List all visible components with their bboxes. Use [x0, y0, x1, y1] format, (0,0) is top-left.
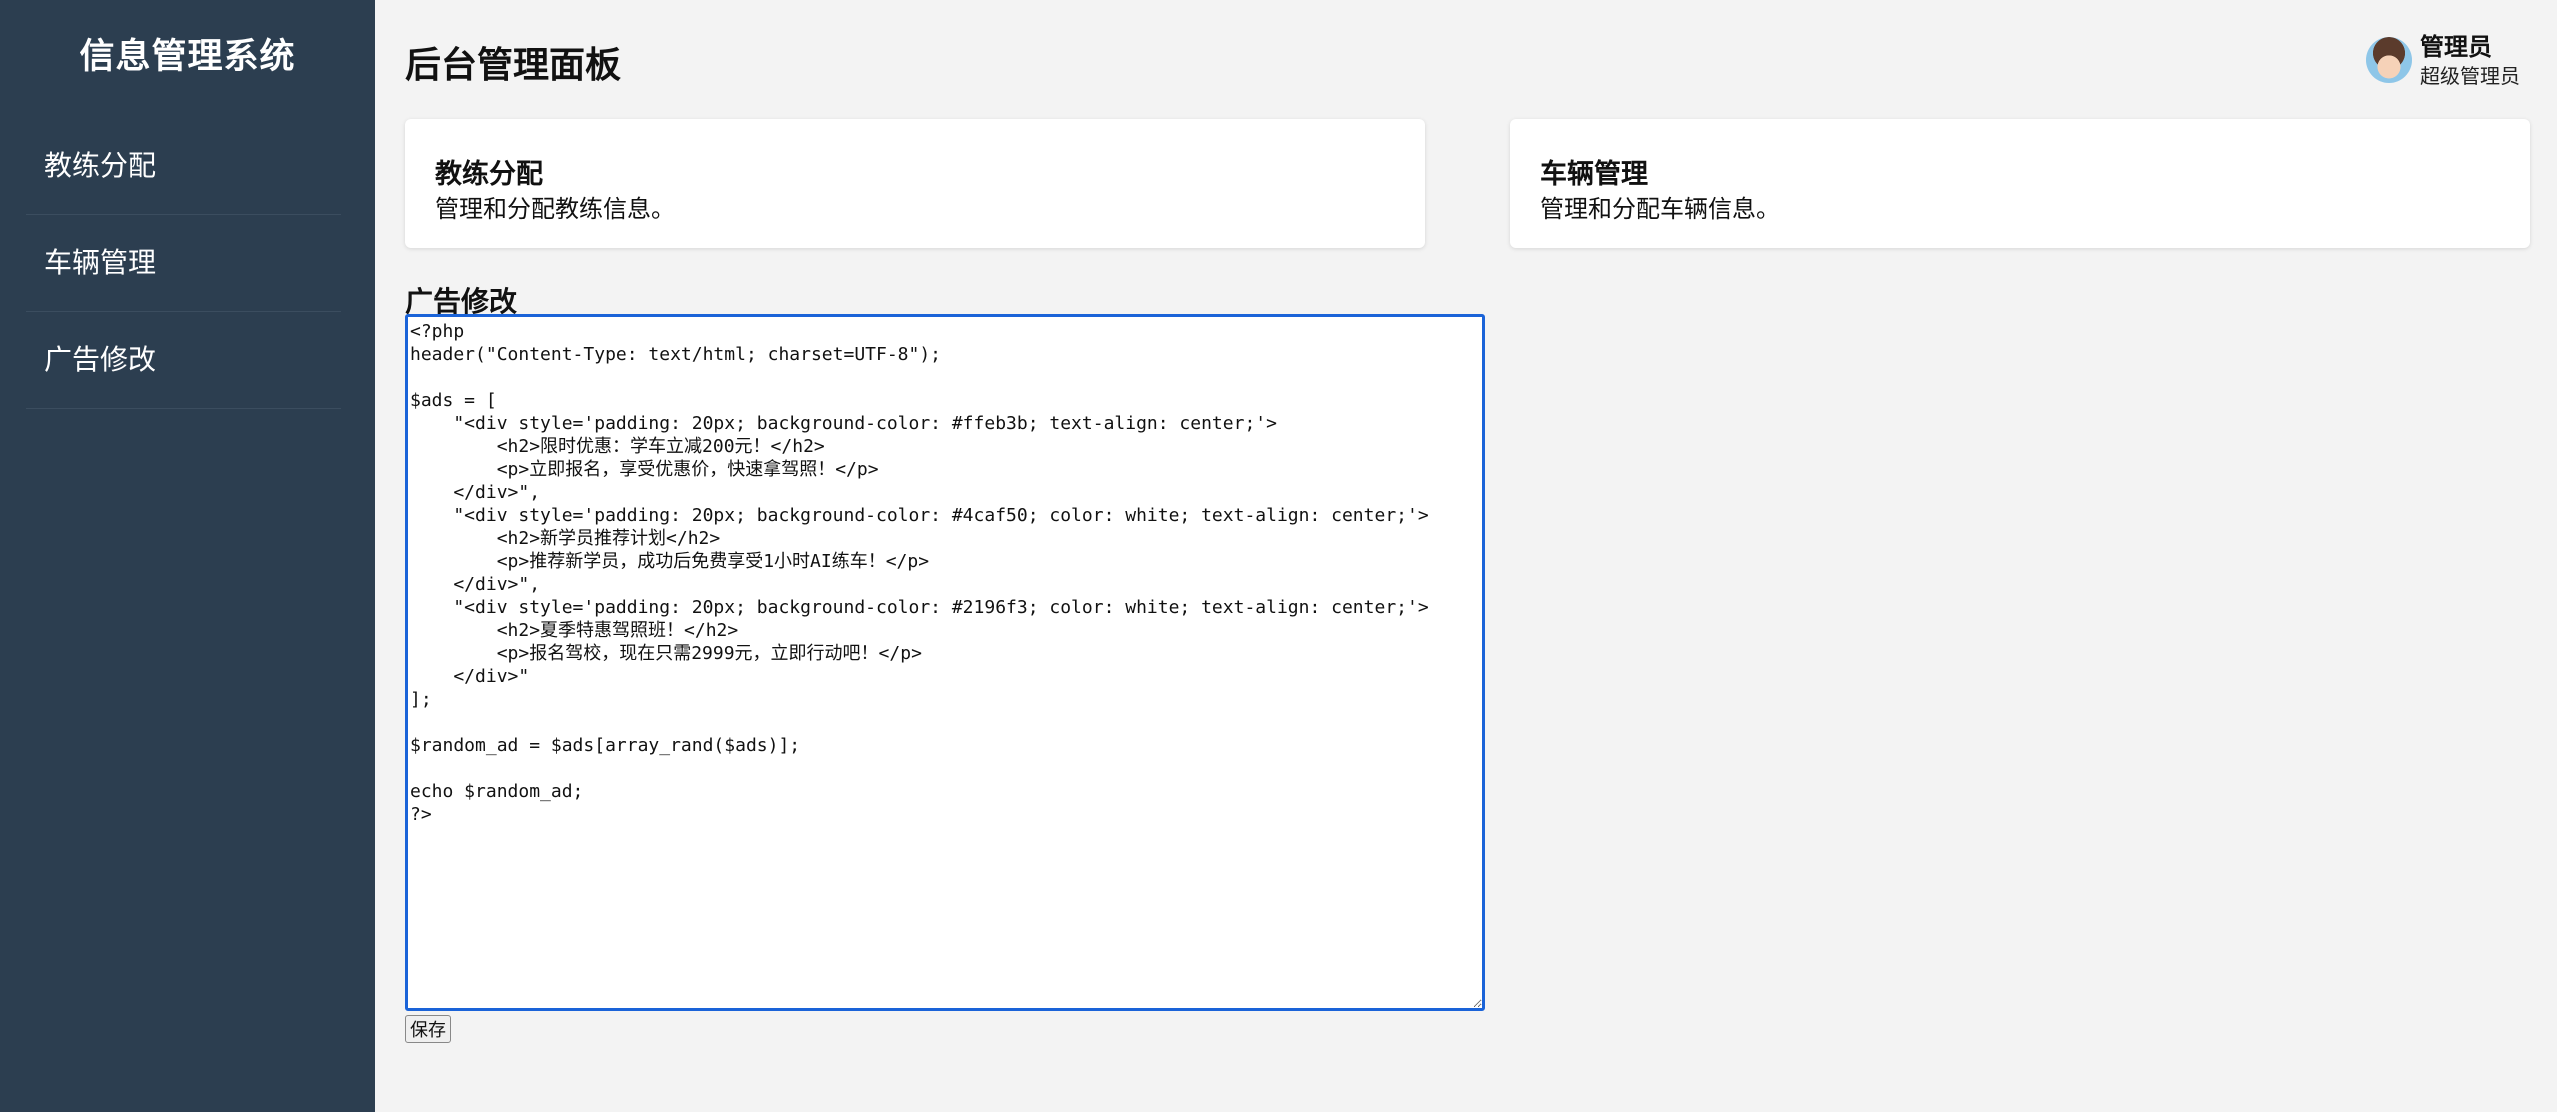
sidebar-item-coach-assignment[interactable]: 教练分配 — [26, 118, 341, 215]
sidebar: 信息管理系统 教练分配 车辆管理 广告修改 — [0, 0, 375, 1112]
user-text: 管理员 超级管理员 — [2420, 32, 2530, 90]
ad-code-editor[interactable]: <?php header("Content-Type: text/html; c… — [405, 314, 1485, 1011]
card-coach-assignment[interactable]: 教练分配 管理和分配教练信息。 — [405, 119, 1425, 248]
app-window: 信息管理系统 教练分配 车辆管理 广告修改 后台管理面板 管理员 超级管理员 教… — [0, 0, 2557, 1112]
card-title: 车辆管理 — [1540, 159, 1648, 190]
sidebar-item-vehicle-management[interactable]: 车辆管理 — [26, 215, 341, 312]
avatar[interactable] — [2366, 37, 2412, 83]
sidebar-nav: 教练分配 车辆管理 广告修改 — [26, 118, 341, 409]
sidebar-item-ad-edit[interactable]: 广告修改 — [26, 312, 341, 409]
user-role: 超级管理员 — [2420, 64, 2520, 88]
main-content: 后台管理面板 管理员 超级管理员 教练分配 管理和分配教练信息。 车辆管理 管理… — [375, 0, 2557, 1112]
page-title: 后台管理面板 — [405, 45, 622, 86]
card-description: 管理和分配教练信息。 — [435, 195, 675, 223]
user-name: 管理员 — [2420, 33, 2492, 61]
card-description: 管理和分配车辆信息。 — [1540, 195, 1780, 223]
save-button[interactable]: 保存 — [405, 1015, 451, 1043]
card-title: 教练分配 — [435, 159, 543, 190]
sidebar-brand: 信息管理系统 — [79, 37, 296, 77]
card-vehicle-management[interactable]: 车辆管理 管理和分配车辆信息。 — [1510, 119, 2530, 248]
